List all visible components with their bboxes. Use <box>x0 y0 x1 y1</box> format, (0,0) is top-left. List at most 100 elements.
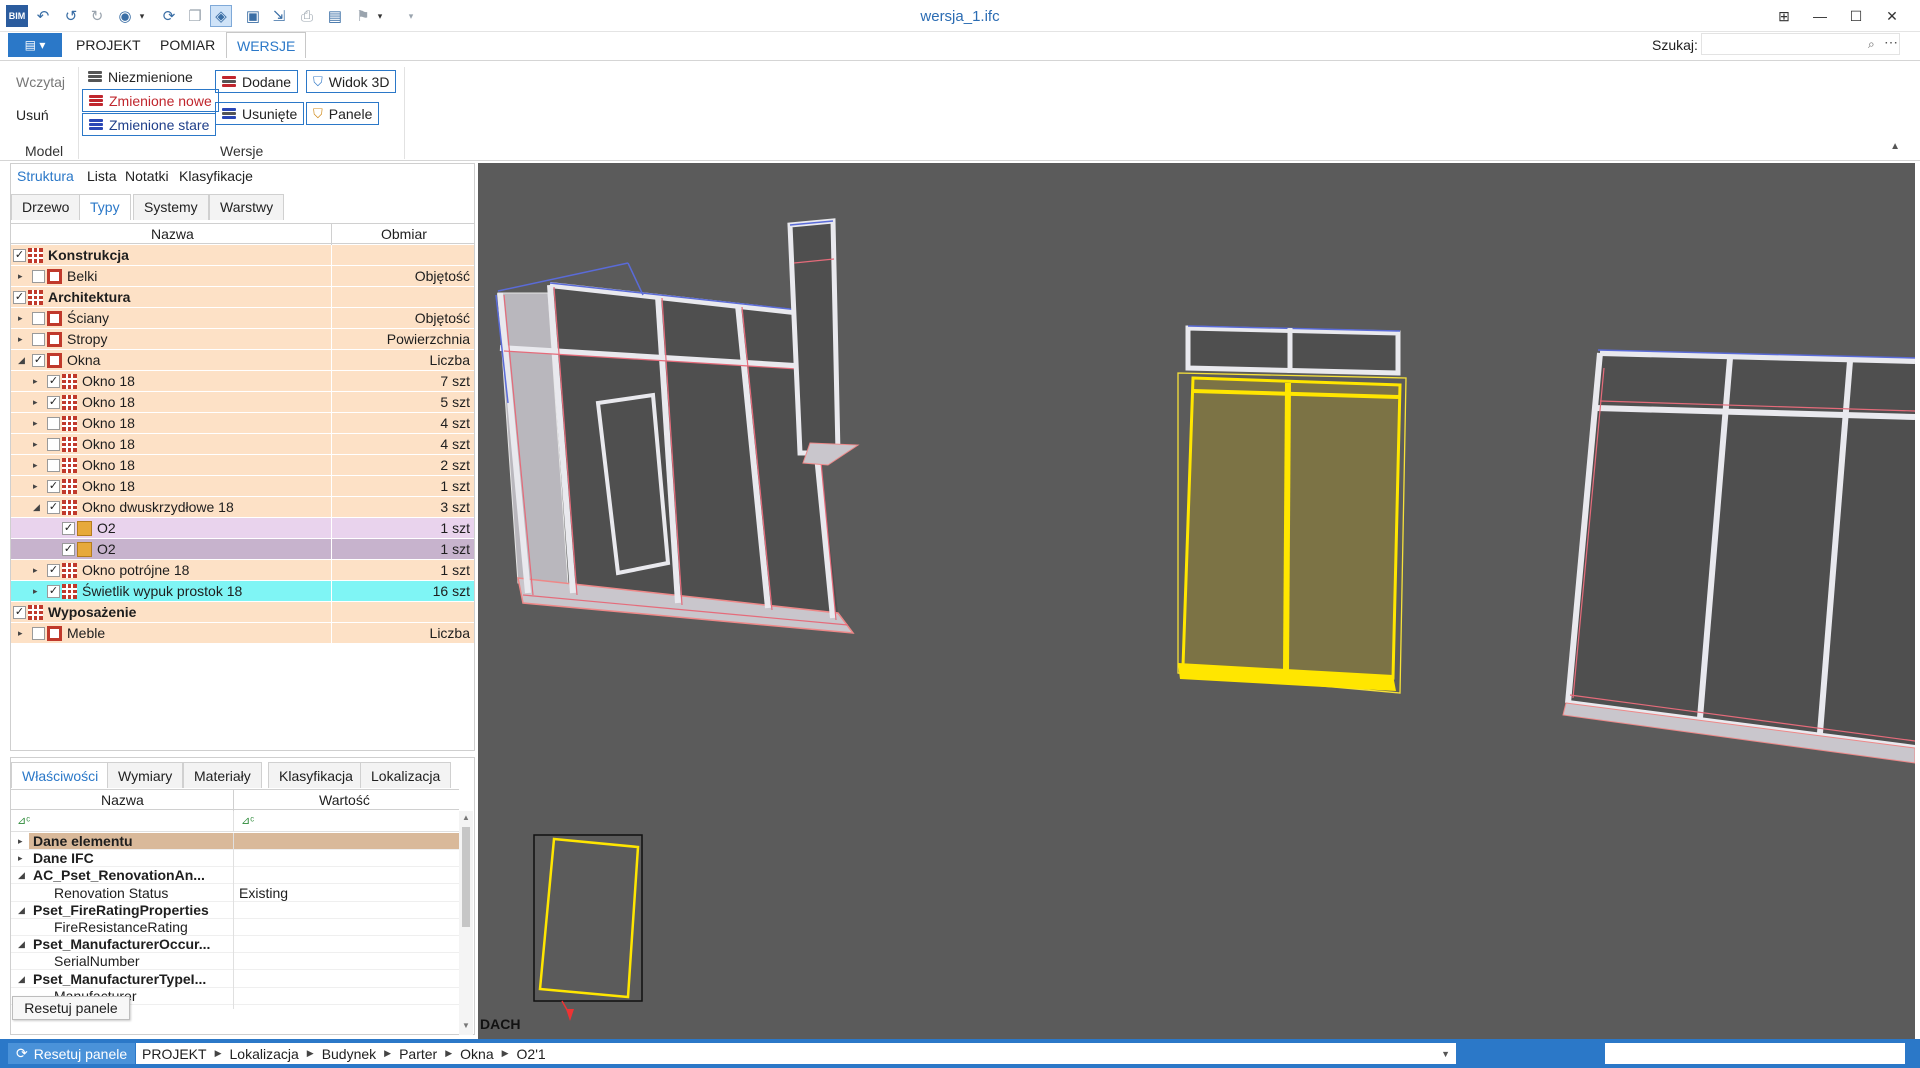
filter-icon[interactable]: ⊿ᶜ <box>17 814 30 827</box>
tree-checkbox[interactable] <box>47 417 60 430</box>
tree-row[interactable]: ▸ Okno 18 4 szt <box>11 413 474 434</box>
column-obmiar[interactable]: Obmiar <box>381 226 427 242</box>
tree-row[interactable]: ✓ Architektura <box>11 287 474 308</box>
scroll-down-icon[interactable]: ▼ <box>462 1021 470 1030</box>
chevron-collapsed-icon[interactable]: ▸ <box>18 836 23 847</box>
maximize-icon[interactable]: ☐ <box>1836 4 1876 28</box>
tree-checkbox[interactable]: ✓ <box>47 501 60 514</box>
tab-typy[interactable]: Typy <box>79 194 131 220</box>
filter-icon[interactable]: ⊿ᶜ <box>241 814 254 827</box>
tree-row[interactable]: ▸ Meble Liczba <box>11 623 474 644</box>
tab-klasyfikacja[interactable]: Klasyfikacja <box>268 762 364 788</box>
tree-checkbox[interactable] <box>32 333 45 346</box>
scrollbar-thumb[interactable] <box>462 827 470 927</box>
tree-row[interactable]: ▸ ✓ Okno 18 1 szt <box>11 476 474 497</box>
search-icon[interactable]: ⌕ <box>1868 37 1875 52</box>
usun-button[interactable]: Usuń <box>16 107 49 123</box>
scroll-up-icon[interactable]: ▲ <box>462 813 470 822</box>
tab-lokalizacja[interactable]: Lokalizacja <box>360 762 452 788</box>
tab-materialy[interactable]: Materiały <box>183 762 262 788</box>
tree-checkbox[interactable] <box>47 459 60 472</box>
chevron-down-icon[interactable]: ▼ <box>1441 1049 1450 1059</box>
tree-row[interactable]: ◢ ✓ Okno dwuskrzydłowe 18 3 szt <box>11 497 474 518</box>
chevron-collapsed-icon[interactable]: ▸ <box>18 313 23 324</box>
tree-row[interactable]: ▸ ✓ Okno potrójne 18 1 szt <box>11 560 474 581</box>
tree-row[interactable]: ▸ ✓ Świetlik wypuk prostok 18 16 szt <box>11 581 474 602</box>
chevron-expanded-icon[interactable]: ◢ <box>18 905 25 916</box>
tree-checkbox[interactable]: ✓ <box>62 543 75 556</box>
more-options-icon[interactable]: ⋯ <box>1884 34 1898 51</box>
tree-row[interactable]: ▸ Okno 18 2 szt <box>11 455 474 476</box>
chevron-expanded-icon[interactable]: ◢ <box>18 974 25 985</box>
tree-checkbox[interactable]: ✓ <box>47 585 60 598</box>
tree-row[interactable]: ◢ ✓ Okna Liczba <box>11 350 474 371</box>
chevron-expanded-icon[interactable]: ◢ <box>18 355 25 366</box>
tab-struktura[interactable]: Struktura <box>17 168 74 184</box>
collapse-ribbon-icon[interactable]: ▲ <box>1890 141 1900 152</box>
tree-checkbox[interactable]: ✓ <box>13 606 26 619</box>
chevron-collapsed-icon[interactable]: ▸ <box>33 397 38 408</box>
column-nazwa[interactable]: Nazwa <box>151 226 194 242</box>
tree-row[interactable]: ▸ ✓ Okno 18 5 szt <box>11 392 474 413</box>
tree-checkbox[interactable] <box>32 627 45 640</box>
tree-checkbox[interactable]: ✓ <box>13 249 26 262</box>
3d-viewport[interactable]: DACH <box>478 163 1915 1039</box>
tree-checkbox[interactable] <box>32 312 45 325</box>
tree-row[interactable]: ✓ Wyposażenie <box>11 602 474 623</box>
breadcrumb-item[interactable]: PROJEKT <box>142 1046 207 1062</box>
tree-checkbox[interactable]: ✓ <box>47 375 60 388</box>
breadcrumb-item[interactable]: O2'1 <box>517 1046 546 1062</box>
zmienione-nowe-button[interactable]: Zmienione nowe <box>82 89 219 112</box>
chevron-collapsed-icon[interactable]: ▸ <box>33 565 38 576</box>
tree-checkbox[interactable]: ✓ <box>62 522 75 535</box>
tree-row[interactable]: ▸ ✓ Okno 18 7 szt <box>11 371 474 392</box>
tab-wlasciwosci[interactable]: Właściwości <box>11 762 110 788</box>
usuniete-button[interactable]: Usunięte <box>215 102 305 125</box>
tree-row[interactable]: ▸ Ściany Objętość <box>11 308 474 329</box>
close-icon[interactable]: ✕ <box>1872 4 1912 28</box>
niezmienione-button[interactable]: Niezmienione <box>88 65 193 88</box>
chevron-collapsed-icon[interactable]: ▸ <box>33 586 38 597</box>
file-menu-button[interactable]: ▤ ▾ <box>8 33 62 57</box>
reset-panels-button[interactable]: ⟳ Resetuj panele <box>8 1043 136 1064</box>
tree-checkbox[interactable]: ✓ <box>47 564 60 577</box>
chevron-collapsed-icon[interactable]: ▸ <box>18 334 23 345</box>
chevron-expanded-icon[interactable]: ◢ <box>33 502 40 513</box>
property-row[interactable]: ▸ Dane elementu <box>11 833 459 854</box>
breadcrumb-item[interactable]: Okna <box>460 1046 493 1062</box>
restore-layout-icon[interactable]: ⊞ <box>1764 4 1804 28</box>
tab-lista[interactable]: Lista <box>87 168 117 184</box>
tree-checkbox[interactable] <box>32 270 45 283</box>
tab-projekt[interactable]: PROJEKT <box>76 37 141 53</box>
tree-checkbox[interactable]: ✓ <box>13 291 26 304</box>
property-row[interactable]: ▸ Dane IFC <box>11 850 459 872</box>
tab-klasyfikacje[interactable]: Klasyfikacje <box>179 168 253 184</box>
tab-drzewo[interactable]: Drzewo <box>11 194 81 220</box>
property-row[interactable]: SerialNumber <box>11 953 459 975</box>
breadcrumb-item[interactable]: Parter <box>399 1046 437 1062</box>
tab-warstwy[interactable]: Warstwy <box>209 194 285 220</box>
tree-row[interactable]: ▸ Okno 18 4 szt <box>11 434 474 455</box>
chevron-collapsed-icon[interactable]: ▸ <box>18 853 23 864</box>
tree-row[interactable]: ✓ O2 1 szt <box>11 539 474 560</box>
zmienione-stare-button[interactable]: Zmienione stare <box>82 113 217 136</box>
dodane-button[interactable]: Dodane <box>215 70 299 93</box>
3d-scene[interactable] <box>478 163 1915 1039</box>
chevron-collapsed-icon[interactable]: ▸ <box>33 460 38 471</box>
column-wartosc[interactable]: Wartość <box>319 792 370 808</box>
chevron-collapsed-icon[interactable]: ▸ <box>18 271 23 282</box>
chevron-collapsed-icon[interactable]: ▸ <box>33 418 38 429</box>
properties-scrollbar[interactable]: ▲ ▼ <box>459 811 473 1035</box>
panele-button[interactable]: ⛉ Panele <box>306 102 380 125</box>
tree-row[interactable]: ✓ Konstrukcja <box>11 245 474 266</box>
breadcrumb[interactable]: PROJEKT ▶ Lokalizacja ▶ Budynek ▶ Parter ▶ Okna ▶… <box>136 1043 1456 1064</box>
property-row[interactable]: Renovation Status Existing <box>11 884 459 906</box>
tree-row[interactable]: ▸ Belki Objętość <box>11 266 474 287</box>
property-row[interactable]: ◢ AC_Pset_RenovationAn... <box>11 867 459 889</box>
chevron-collapsed-icon[interactable]: ▸ <box>18 628 23 639</box>
reset-panels-floating-button[interactable]: Resetuj panele <box>12 996 130 1020</box>
column-nazwa[interactable]: Nazwa <box>101 792 144 808</box>
chevron-collapsed-icon[interactable]: ▸ <box>33 439 38 450</box>
wczytaj-button[interactable]: Wczytaj <box>16 74 65 90</box>
tree-checkbox[interactable] <box>47 438 60 451</box>
